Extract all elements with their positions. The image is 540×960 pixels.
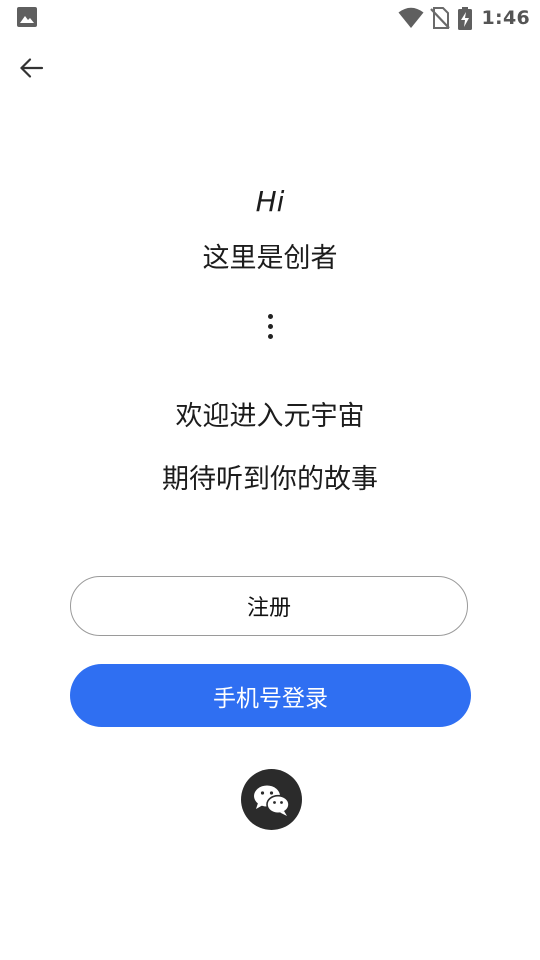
back-arrow-icon [20,58,44,78]
hi-text: Hi [255,185,285,218]
vertical-dots-icon [268,314,274,340]
register-button-label: 注册 [246,596,291,621]
register-button[interactable]: 注册 [70,576,468,636]
status-time: 1:46 [481,7,530,29]
gallery-icon [17,7,37,27]
wechat-icon [253,785,290,816]
intro-text: 这里是创者 [202,243,338,274]
phone-login-button-label: 手机号登录 [213,685,328,712]
wechat-login-button[interactable] [241,769,302,830]
status-bar: 1:46 [0,0,540,36]
story-text: 期待听到你的故事 [162,464,378,495]
wifi-icon [398,7,424,28]
status-icons: 1:46 [398,4,530,32]
welcome-text: 欢迎进入元宇宙 [175,401,365,432]
back-button[interactable] [12,48,52,88]
battery-charging-icon [457,6,472,30]
phone-login-button[interactable]: 手机号登录 [70,664,471,727]
no-sim-icon [429,7,450,29]
